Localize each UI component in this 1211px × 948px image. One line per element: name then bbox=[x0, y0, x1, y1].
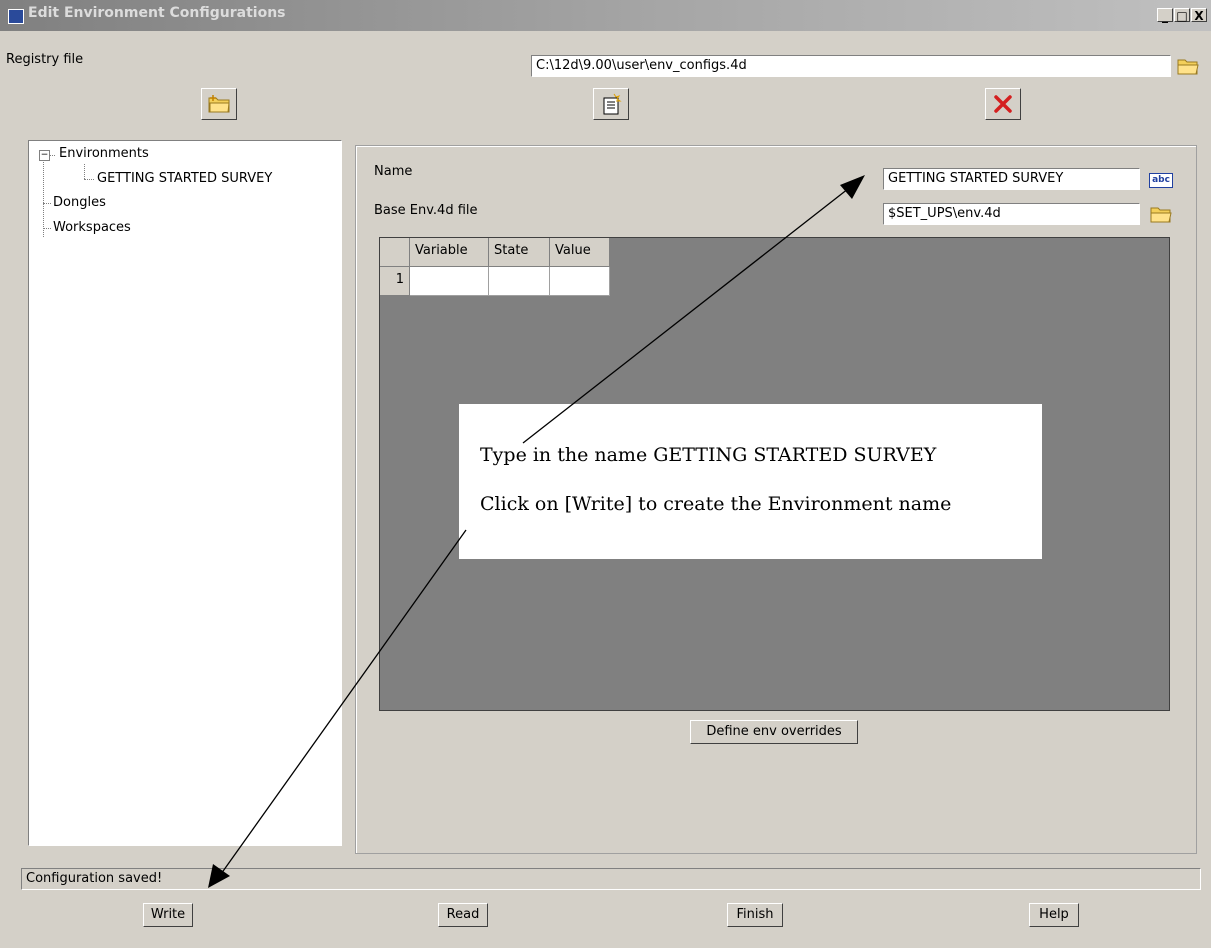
instruction-callout: Type in the name GETTING STARTED SURVEY … bbox=[459, 404, 1042, 559]
row-header[interactable]: 1 bbox=[380, 267, 410, 296]
base-env-browse-button[interactable] bbox=[1147, 202, 1175, 226]
name-label: Name bbox=[374, 164, 413, 179]
status-bar: Configuration saved! bbox=[21, 868, 1201, 890]
minimize-button[interactable]: _ bbox=[1157, 8, 1173, 23]
cell-value[interactable] bbox=[550, 267, 610, 296]
grid-corner bbox=[380, 238, 410, 267]
tree-item-environments[interactable]: Environments bbox=[59, 146, 149, 161]
registry-file-label: Registry file bbox=[6, 52, 84, 67]
help-button[interactable]: Help bbox=[1029, 903, 1079, 927]
environment-tree[interactable]: − Environments GETTING STARTED SURVEY Do… bbox=[28, 140, 342, 846]
cell-variable[interactable] bbox=[410, 267, 489, 296]
new-registry-button[interactable] bbox=[201, 88, 237, 120]
new-document-icon bbox=[603, 93, 622, 115]
new-folder-icon bbox=[208, 95, 230, 113]
registry-browse-button[interactable] bbox=[1174, 54, 1202, 78]
abc-button[interactable]: abc bbox=[1148, 168, 1174, 192]
window-title: Edit Environment Configurations bbox=[28, 5, 286, 21]
delete-x-icon bbox=[994, 95, 1012, 113]
read-button[interactable]: Read bbox=[438, 903, 488, 927]
delete-button[interactable] bbox=[985, 88, 1021, 120]
base-env-input[interactable]: $SET_UPS\env.4d bbox=[883, 203, 1140, 225]
maximize-button[interactable]: □ bbox=[1174, 8, 1190, 23]
folder-icon bbox=[1150, 207, 1172, 223]
new-entry-button[interactable] bbox=[593, 88, 629, 120]
callout-line-2: Click on [Write] to create the Environme… bbox=[480, 493, 952, 515]
write-button[interactable]: Write bbox=[143, 903, 193, 927]
folder-icon bbox=[1177, 59, 1199, 75]
column-header-state[interactable]: State bbox=[489, 238, 550, 267]
tree-item-dongles[interactable]: Dongles bbox=[53, 195, 106, 210]
finish-button[interactable]: Finish bbox=[727, 903, 783, 927]
title-bar: Edit Environment Configurations _ □ X bbox=[0, 0, 1211, 31]
cell-state[interactable] bbox=[489, 267, 550, 296]
registry-file-input[interactable]: C:\12d\9.00\user\env_configs.4d bbox=[531, 55, 1171, 77]
abc-icon: abc bbox=[1149, 172, 1173, 188]
close-button[interactable]: X bbox=[1191, 8, 1207, 23]
callout-line-1: Type in the name GETTING STARTED SURVEY bbox=[480, 444, 937, 466]
column-header-variable[interactable]: Variable bbox=[410, 238, 489, 267]
tree-item-getting-started-survey[interactable]: GETTING STARTED SURVEY bbox=[97, 171, 272, 186]
tree-item-workspaces[interactable]: Workspaces bbox=[53, 220, 131, 235]
base-env-label: Base Env.4d file bbox=[374, 203, 478, 218]
name-input[interactable]: GETTING STARTED SURVEY bbox=[883, 168, 1140, 190]
define-env-overrides-button[interactable]: Define env overrides bbox=[690, 720, 858, 744]
app-icon bbox=[8, 9, 24, 24]
column-header-value[interactable]: Value bbox=[550, 238, 610, 267]
